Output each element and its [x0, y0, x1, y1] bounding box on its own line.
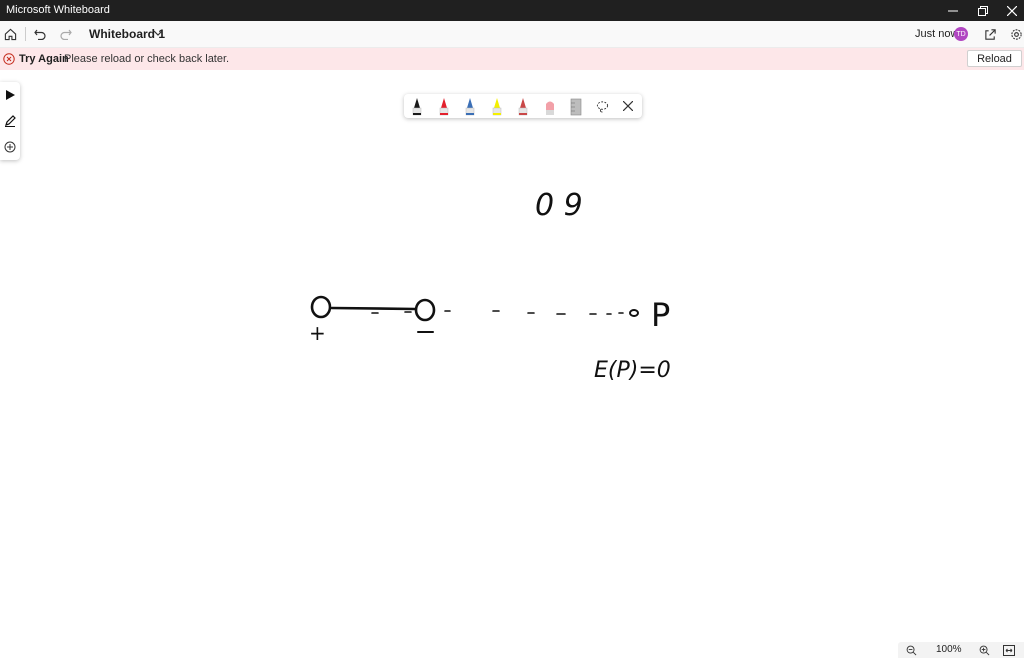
- point-p-label: P: [651, 296, 670, 334]
- ink-layer: + P 0 9 E(P)=0: [309, 188, 671, 383]
- reload-button[interactable]: Reload: [967, 50, 1022, 67]
- zoom-in-icon: [979, 645, 989, 655]
- share-button[interactable]: [980, 24, 1000, 44]
- error-banner: Try Again Please reload or check back la…: [0, 48, 1024, 70]
- fit-screen-icon: [1003, 644, 1015, 656]
- restore-button[interactable]: [968, 0, 998, 21]
- app-title: Microsoft Whiteboard: [6, 4, 110, 16]
- undo-button[interactable]: [30, 24, 50, 44]
- zoom-bar: 100%: [898, 642, 1024, 658]
- share-icon: [984, 28, 996, 40]
- toolbar-divider: [25, 27, 26, 41]
- minimize-button[interactable]: [938, 0, 968, 21]
- banner-message: Please reload or check back later.: [64, 53, 230, 65]
- home-button[interactable]: [0, 24, 20, 44]
- redo-button[interactable]: [56, 24, 76, 44]
- banner-title: Try Again: [19, 53, 69, 65]
- restore-icon: [978, 5, 988, 16]
- save-status: Just now: [915, 28, 959, 40]
- equation-label: E(P)=0: [594, 358, 671, 383]
- dipole-bar: [330, 306, 417, 311]
- positive-charge: [310, 295, 332, 319]
- minimize-icon: [948, 10, 958, 11]
- avatar[interactable]: TD: [954, 27, 968, 41]
- settings-button[interactable]: [1006, 24, 1024, 44]
- fit-to-screen-button[interactable]: [1002, 643, 1016, 657]
- redo-icon: [60, 29, 72, 40]
- gear-icon: [1010, 28, 1022, 40]
- title-bar: Microsoft Whiteboard: [0, 0, 1024, 21]
- whiteboard-canvas[interactable]: + P 0 9 E(P)=0: [0, 70, 1024, 645]
- error-icon: [3, 53, 15, 65]
- close-window-button[interactable]: [997, 0, 1024, 21]
- chevron-down-icon[interactable]: [152, 26, 164, 40]
- charge-positive-label: +: [309, 321, 326, 345]
- close-icon: [1007, 5, 1017, 16]
- undo-icon: [34, 29, 46, 40]
- point-dot: [629, 309, 639, 317]
- negative-charge: [414, 298, 436, 322]
- zoom-out-button[interactable]: [904, 643, 918, 657]
- top-toolbar: Whiteboard 1 Just now TD: [0, 21, 1024, 48]
- zoom-level[interactable]: 100%: [936, 644, 962, 655]
- home-icon: [4, 28, 16, 40]
- top-annotation: 0 9: [535, 188, 583, 223]
- zoom-out-icon: [906, 645, 916, 655]
- zoom-in-button[interactable]: [977, 643, 991, 657]
